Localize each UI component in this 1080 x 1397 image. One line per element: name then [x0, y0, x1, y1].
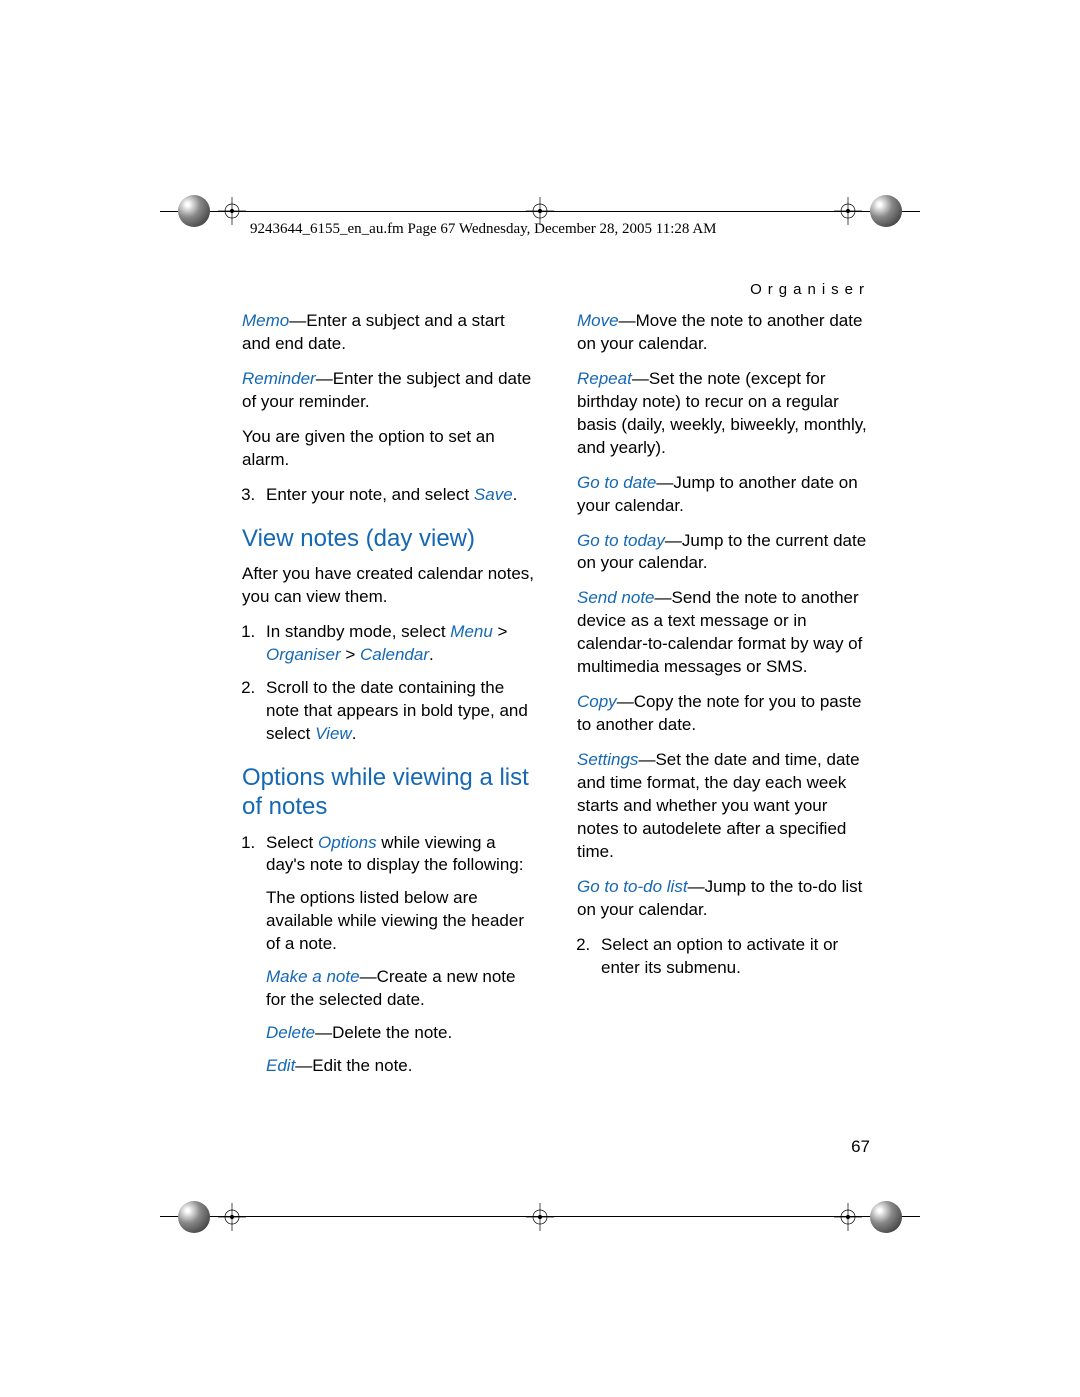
view-step-2: Scroll to the date containing the note t…: [260, 677, 537, 746]
move-label: Move: [577, 311, 619, 330]
reminder-label: Reminder: [242, 369, 316, 388]
crop-mark: [834, 197, 862, 225]
make-a-note-label: Make a note: [266, 967, 360, 986]
send-note-label: Send note: [577, 588, 655, 607]
crop-mark: [526, 1203, 554, 1231]
printer-sphere: [870, 1201, 902, 1233]
repeat-label: Repeat: [577, 369, 632, 388]
reminder-item: Reminder—Enter the subject and date of y…: [242, 368, 537, 414]
printer-sphere: [178, 1201, 210, 1233]
options-step-2: Select an option to activate it or enter…: [595, 934, 872, 980]
column-left: Memo—Enter a subject and a start and end…: [242, 310, 537, 1090]
copy-label: Copy: [577, 692, 617, 711]
memo-item: Memo—Enter a subject and a start and end…: [242, 310, 537, 356]
heading-view-notes: View notes (day view): [242, 525, 537, 554]
go-to-todo-label: Go to to-do list: [577, 877, 688, 896]
memo-label: Memo: [242, 311, 289, 330]
go-to-today-label: Go to today: [577, 531, 665, 550]
page-number: 67: [851, 1137, 870, 1157]
settings-label: Settings: [577, 750, 638, 769]
step-3: Enter your note, and select Save.: [260, 484, 537, 507]
view-step-1: In standby mode, select Menu > Organiser…: [260, 621, 537, 667]
page-meta: 9243644_6155_en_au.fm Page 67 Wednesday,…: [250, 221, 717, 238]
save-link: Save: [474, 485, 513, 504]
crop-mark: [218, 1203, 246, 1231]
go-to-date-label: Go to date: [577, 473, 656, 492]
column-right: Move—Move the note to another date on yo…: [577, 310, 872, 1090]
page-content: Memo—Enter a subject and a start and end…: [242, 310, 872, 1090]
options-step-1: Select Options while viewing a day's not…: [260, 832, 537, 1078]
delete-label: Delete: [266, 1023, 315, 1042]
view-intro: After you have created calendar notes, y…: [242, 563, 537, 609]
crop-mark: [218, 197, 246, 225]
printer-sphere: [870, 195, 902, 227]
edit-label: Edit: [266, 1056, 295, 1075]
heading-options: Options while viewing a list of notes: [242, 764, 537, 822]
section-heading: Organiser: [750, 281, 870, 298]
printer-sphere: [178, 195, 210, 227]
crop-mark: [834, 1203, 862, 1231]
alarm-text: You are given the option to set an alarm…: [242, 426, 537, 472]
